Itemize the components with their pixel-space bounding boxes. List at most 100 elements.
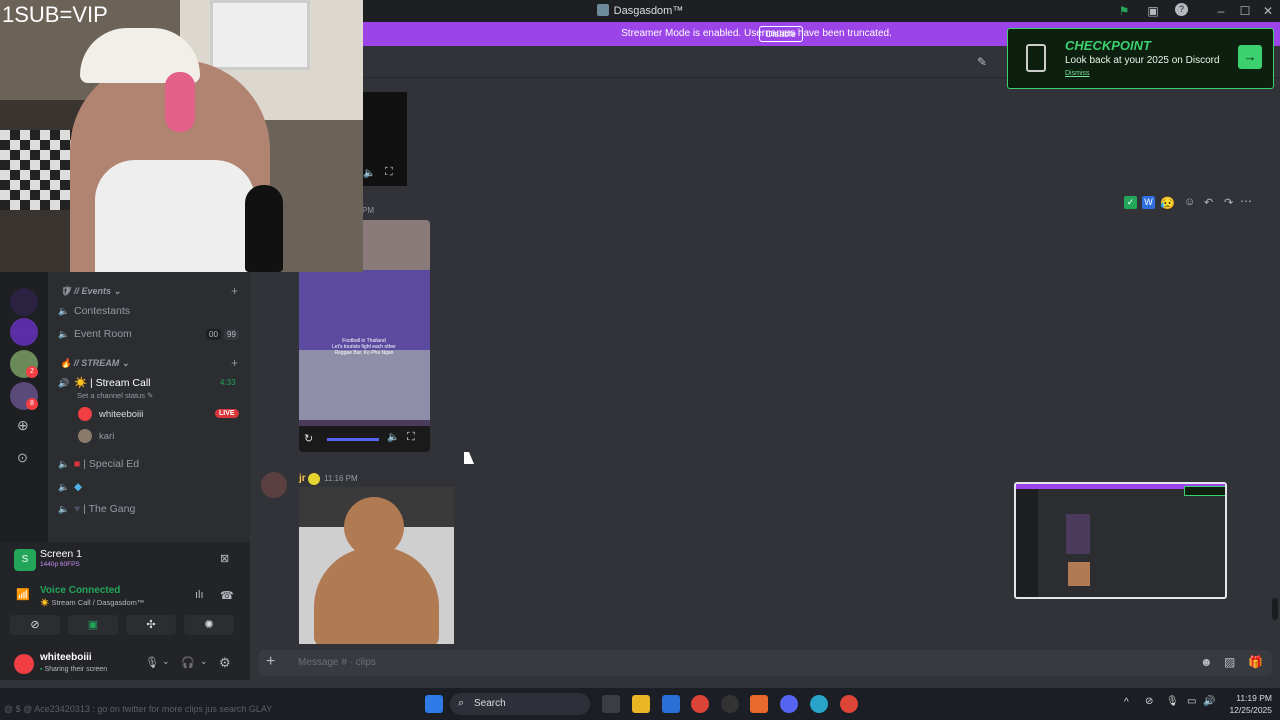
- voice-user-name[interactable]: whiteeboiii: [99, 409, 143, 420]
- channel-diamond[interactable]: 🔈 ◆: [58, 481, 82, 493]
- check-reaction-icon[interactable]: ✓: [1124, 196, 1137, 209]
- user-status: ▪ Sharing their screen: [40, 666, 107, 673]
- gift-icon[interactable]: 🎁: [1248, 655, 1263, 669]
- user-avatar[interactable]: [78, 407, 92, 421]
- checkpoint-popup[interactable]: CHECKPOINT Look back at your 2025 on Dis…: [1007, 28, 1274, 89]
- microphone-icon[interactable]: 🎙: [145, 656, 159, 669]
- clock-date[interactable]: 12/25/2025: [1222, 705, 1272, 715]
- channel-special-ed[interactable]: 🔈 ■ | Special Ed: [58, 458, 139, 470]
- screen-share-preview[interactable]: [1014, 482, 1227, 599]
- close-icon[interactable]: ✕: [1260, 3, 1276, 19]
- start-icon[interactable]: [425, 695, 443, 713]
- activities-icon[interactable]: ✣: [126, 615, 176, 635]
- maximize-icon[interactable]: ☐: [1237, 3, 1253, 19]
- user-avatar[interactable]: [261, 472, 287, 498]
- app-icon[interactable]: [721, 695, 739, 713]
- shield-icon: 🛡: [60, 286, 74, 296]
- chat-scrollbar[interactable]: [1272, 598, 1278, 620]
- progress-bar[interactable]: [327, 438, 379, 441]
- server-icon[interactable]: [10, 318, 38, 346]
- disconnect-icon[interactable]: ☎: [220, 589, 234, 602]
- chrome-icon[interactable]: [810, 695, 828, 713]
- pin-icon[interactable]: ✎: [977, 55, 987, 69]
- message-input[interactable]: Message # · clips: [298, 657, 376, 668]
- fullscreen-icon[interactable]: ⛶: [385, 166, 393, 179]
- muscle-image[interactable]: [299, 487, 454, 644]
- volume-icon[interactable]: 🔈: [387, 432, 399, 443]
- channel-status[interactable]: Set a channel status ✎: [77, 391, 153, 400]
- replay-icon[interactable]: ↻: [304, 432, 313, 445]
- user-panel: whiteeboiii ▪ Sharing their screen 🎙 ⌄ 🎧…: [0, 648, 250, 680]
- arrow-right-icon[interactable]: →: [1238, 45, 1262, 69]
- search-icon: ⌕: [458, 697, 465, 709]
- sad-emoji-icon[interactable]: 😥: [1160, 196, 1175, 210]
- volume-icon[interactable]: 🔈: [363, 168, 375, 179]
- fullscreen-icon[interactable]: ⛶: [407, 431, 415, 444]
- store-icon[interactable]: [662, 695, 680, 713]
- user-name[interactable]: whiteeboiii: [40, 652, 92, 663]
- screen-share-icon[interactable]: ▣: [68, 615, 118, 635]
- voice-status[interactable]: Voice Connected: [40, 585, 120, 596]
- channel-label: Event Room: [74, 328, 132, 340]
- voice-user-name[interactable]: kari: [99, 431, 114, 442]
- microphone-icon[interactable]: 🎙: [1166, 696, 1179, 707]
- volume-icon[interactable]: 🔊: [1203, 696, 1215, 707]
- add-reaction-icon[interactable]: ☺: [1184, 196, 1195, 208]
- camera-off-icon[interactable]: ⊘: [10, 615, 60, 635]
- help-icon[interactable]: ?: [1175, 3, 1188, 16]
- discord-icon[interactable]: [780, 695, 798, 713]
- settings-gear-icon[interactable]: ⚙: [219, 655, 231, 671]
- message-author[interactable]: jr: [299, 473, 306, 484]
- add-attachment-icon[interactable]: +: [266, 653, 275, 671]
- previous-video[interactable]: 🔈 ⛶: [363, 92, 407, 186]
- clock-time[interactable]: 11:19 PM: [1226, 693, 1272, 703]
- chevron-down-icon[interactable]: ⌄: [162, 656, 170, 667]
- network-icon[interactable]: ⊘: [1145, 696, 1153, 707]
- category-stream[interactable]: 🔥 // STREAM ⌄: [60, 358, 129, 369]
- signal-icon[interactable]: 📶: [16, 588, 30, 601]
- user-avatar[interactable]: [78, 429, 92, 443]
- channel-stream-call[interactable]: 🔊 ☀️ | Stream Call: [58, 376, 151, 389]
- more-icon[interactable]: ⋯: [1240, 194, 1252, 208]
- webcam-overlay: 1SUB=VIP: [0, 0, 363, 272]
- headphones-icon[interactable]: 🎧: [181, 656, 195, 669]
- channel-label: Special Ed: [88, 458, 140, 470]
- soundboard-icon[interactable]: ✺: [184, 615, 234, 635]
- channel-the-gang[interactable]: 🔈 ♥ | The Gang: [58, 503, 135, 515]
- w-reaction-icon[interactable]: W: [1142, 196, 1155, 209]
- tray-chevron-icon[interactable]: ^: [1124, 697, 1129, 708]
- add-server-icon[interactable]: ⊕: [17, 417, 29, 434]
- add-channel-icon[interactable]: +: [231, 284, 238, 298]
- chrome-icon[interactable]: [840, 695, 858, 713]
- disable-streamer-mode-button[interactable]: Disable: [759, 26, 804, 42]
- flag-icon[interactable]: ⚑: [1116, 3, 1132, 19]
- noise-suppression-icon[interactable]: ılı: [195, 589, 204, 601]
- add-channel-icon[interactable]: +: [231, 356, 238, 370]
- chevron-down-icon[interactable]: ⌄: [200, 656, 208, 667]
- discover-icon[interactable]: ⊙: [17, 450, 28, 466]
- checkpoint-dismiss-link[interactable]: Dismiss: [1065, 70, 1090, 77]
- reply-icon[interactable]: ↶: [1204, 196, 1213, 209]
- category-events[interactable]: 🛡 // Events ⌄: [60, 286, 121, 297]
- taskbar-search[interactable]: ⌕ Search: [450, 693, 590, 715]
- minimize-icon[interactable]: –: [1213, 3, 1229, 19]
- channel-event-room[interactable]: 🔈 Event Room: [58, 328, 132, 340]
- server-icon[interactable]: [10, 288, 38, 316]
- channel-contestants[interactable]: 🔈 Contestants: [58, 305, 130, 317]
- video-caption: Football in Thailand Let's tourists figh…: [332, 338, 396, 356]
- task-view-icon[interactable]: [602, 695, 620, 713]
- display-icon[interactable]: ▭: [1187, 696, 1196, 707]
- chrome-icon[interactable]: [691, 695, 709, 713]
- gif-icon[interactable]: ▨: [1224, 655, 1235, 669]
- chat-area: ✎ 🔈 ⛶ PM ✓ W 😥 ☺ ↶ ↷ ⋯ Football in Thail…: [250, 46, 1280, 680]
- file-explorer-icon[interactable]: [632, 695, 650, 713]
- forward-icon[interactable]: ↷: [1224, 196, 1233, 209]
- user-avatar[interactable]: [14, 654, 34, 674]
- app-icon[interactable]: [750, 695, 768, 713]
- stop-stream-icon[interactable]: ⊠: [220, 552, 229, 565]
- live-badge: LIVE: [215, 409, 239, 418]
- monitor-icon[interactable]: ▣: [1145, 3, 1161, 19]
- webcam-microphone: [245, 185, 283, 272]
- sticker-icon[interactable]: ☻: [1200, 655, 1213, 669]
- message-timestamp: PM: [362, 206, 374, 215]
